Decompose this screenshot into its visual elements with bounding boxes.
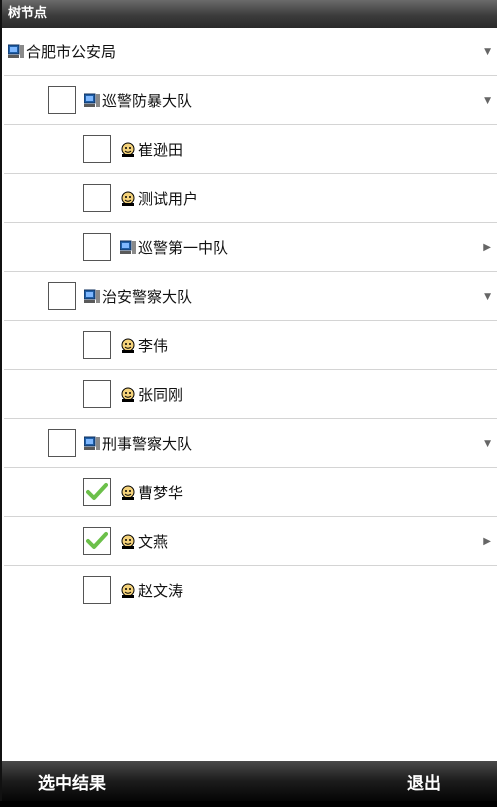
tree-node-label: 崔逊田 [138,141,184,159]
tree-node-subgroup[interactable]: 巡警第一中队 ▶ [4,224,497,272]
checkbox[interactable] [83,233,111,261]
exit-button[interactable]: 退出 [407,761,441,807]
app-frame: 树节点 合肥市公安局 ▼ 巡警防暴大队 ▼ 崔逊田 测试用户 巡警第一中队 ▶ … [0,0,497,801]
checkbox[interactable] [83,135,111,163]
computer-icon [120,240,136,254]
computer-icon [84,93,100,107]
tree-node-root[interactable]: 合肥市公安局 ▼ [4,28,497,76]
triangle-down-icon[interactable]: ▼ [484,273,491,321]
tree-node-label: 巡警第一中队 [138,239,229,257]
tree-node-label: 曹梦华 [138,484,184,502]
select-result-button[interactable]: 选中结果 [38,761,106,807]
tree-node-label: 李伟 [138,337,169,355]
triangle-down-icon[interactable]: ▼ [484,420,491,468]
tree-node-item[interactable]: 崔逊田 [4,126,497,174]
computer-icon [84,436,100,450]
checkbox[interactable] [48,86,76,114]
tree-view[interactable]: 合肥市公安局 ▼ 巡警防暴大队 ▼ 崔逊田 测试用户 巡警第一中队 ▶ 治安警察… [4,28,497,761]
checkbox[interactable] [83,331,111,359]
page-title: 树节点 [8,6,48,21]
tree-node-label: 文燕 [138,533,169,551]
triangle-right-icon[interactable]: ▶ [483,224,491,272]
check-icon [86,532,108,549]
tree-node-item[interactable]: 赵文涛 [4,567,497,615]
tree-node-group[interactable]: 巡警防暴大队 ▼ [4,77,497,125]
tree-node-label: 测试用户 [138,190,199,208]
tree-node-item[interactable]: 曹梦华 [4,469,497,517]
person-icon [121,387,135,402]
triangle-down-icon[interactable]: ▼ [484,77,491,125]
triangle-down-icon[interactable]: ▼ [484,28,491,76]
tree-node-label: 刑事警察大队 [102,435,193,453]
person-icon [121,142,135,157]
tree-node-label: 合肥市公安局 [26,43,117,61]
person-icon [121,191,135,206]
checkbox[interactable] [83,576,111,604]
tree-node-label: 赵文涛 [138,582,184,600]
tree-node-item[interactable]: 测试用户 [4,175,497,223]
checkbox[interactable] [48,429,76,457]
checkbox-checked[interactable] [83,527,111,555]
checkbox[interactable] [83,380,111,408]
person-icon [121,583,135,598]
triangle-right-icon[interactable]: ▶ [483,518,491,566]
checkbox[interactable] [48,282,76,310]
tree-node-item[interactable]: 文燕 ▶ [4,518,497,566]
tree-node-label: 巡警防暴大队 [102,92,193,110]
tree-node-group[interactable]: 刑事警察大队 ▼ [4,420,497,468]
check-icon [86,483,108,500]
tree-node-group[interactable]: 治安警察大队 ▼ [4,273,497,321]
tree-node-label: 治安警察大队 [102,288,193,306]
checkbox[interactable] [83,184,111,212]
title-bar: 树节点 [2,0,497,28]
person-icon [121,485,135,500]
tree-node-item[interactable]: 张同刚 [4,371,497,419]
checkbox-checked[interactable] [83,478,111,506]
computer-icon [84,289,100,303]
person-icon [121,338,135,353]
bottom-toolbar: 选中结果 退出 [2,761,497,801]
tree-node-item[interactable]: 李伟 [4,322,497,370]
tree-node-label: 张同刚 [138,386,184,404]
person-icon [121,534,135,549]
computer-icon [8,44,24,58]
